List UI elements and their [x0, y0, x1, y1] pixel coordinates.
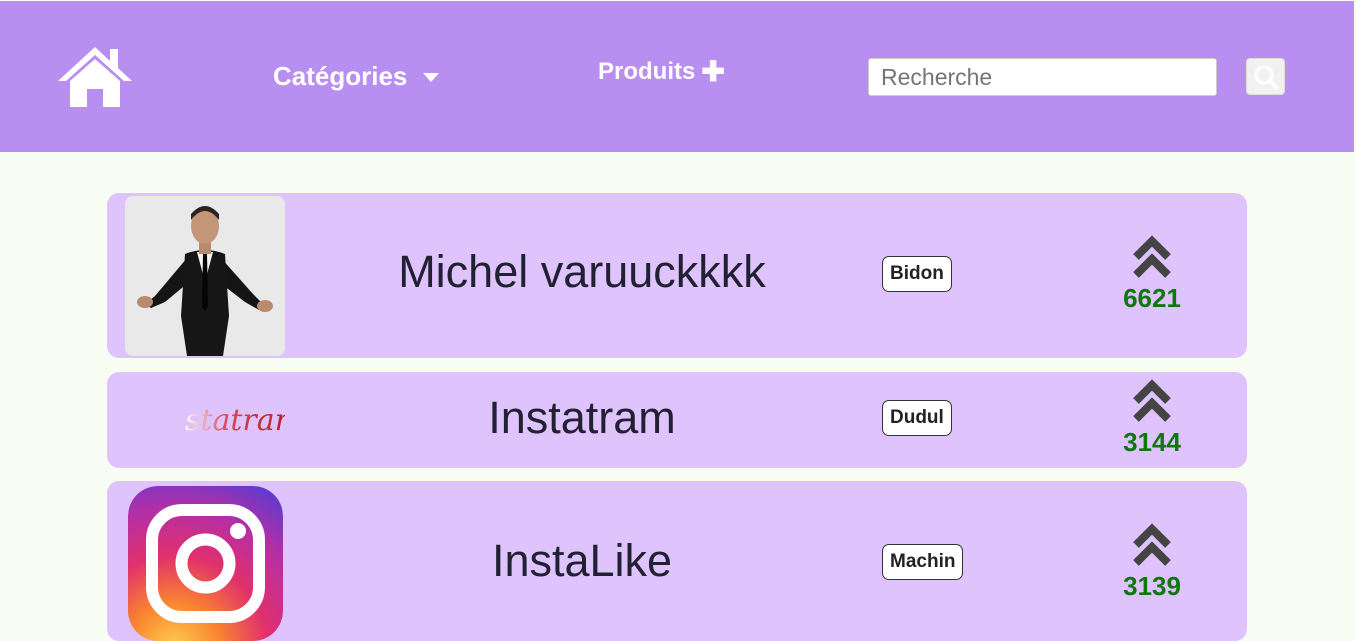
product-title[interactable]: Instatram	[357, 392, 807, 444]
category-tag[interactable]: Machin	[882, 544, 964, 580]
plus-icon: ✚	[701, 56, 725, 87]
navbar: Catégories Produits ✚	[0, 0, 1354, 152]
category-tag[interactable]: Dudul	[882, 400, 952, 436]
double-chevron-up-icon[interactable]	[1132, 377, 1172, 423]
double-chevron-up-icon[interactable]	[1132, 233, 1172, 279]
product-title[interactable]: Michel varuuckkkk	[357, 246, 807, 298]
product-card[interactable]: InstaLike Machin 3139	[107, 481, 1247, 641]
product-card[interactable]: statram Instatram Dudul 3144	[107, 372, 1247, 468]
statram-logo-text: statram	[185, 403, 285, 438]
vote-count: 3139	[1123, 571, 1181, 601]
vote-count: 6621	[1123, 283, 1181, 313]
vote-count: 3144	[1123, 427, 1181, 457]
categories-label: Catégories	[273, 61, 408, 91]
search-input[interactable]	[868, 58, 1217, 96]
product-card[interactable]: Michel varuuckkkk Bidon 6621	[107, 193, 1247, 358]
products-label: Produits	[598, 58, 696, 85]
product-title[interactable]: InstaLike	[357, 535, 807, 587]
home-icon[interactable]	[56, 45, 134, 109]
caret-down-icon	[423, 73, 440, 82]
statram-logo: statram	[125, 390, 285, 450]
vote-widget: 3139	[1107, 521, 1197, 602]
instagram-logo	[128, 486, 283, 641]
products-add-link[interactable]: Produits ✚	[598, 58, 725, 86]
search-icon	[1254, 65, 1279, 90]
search-button[interactable]	[1246, 58, 1285, 95]
categories-dropdown[interactable]: Catégories	[273, 61, 440, 92]
vote-widget: 6621	[1107, 233, 1197, 314]
person-photo	[125, 196, 285, 356]
double-chevron-up-icon[interactable]	[1132, 521, 1172, 567]
vote-widget: 3144	[1107, 377, 1197, 458]
category-tag[interactable]: Bidon	[882, 256, 952, 292]
